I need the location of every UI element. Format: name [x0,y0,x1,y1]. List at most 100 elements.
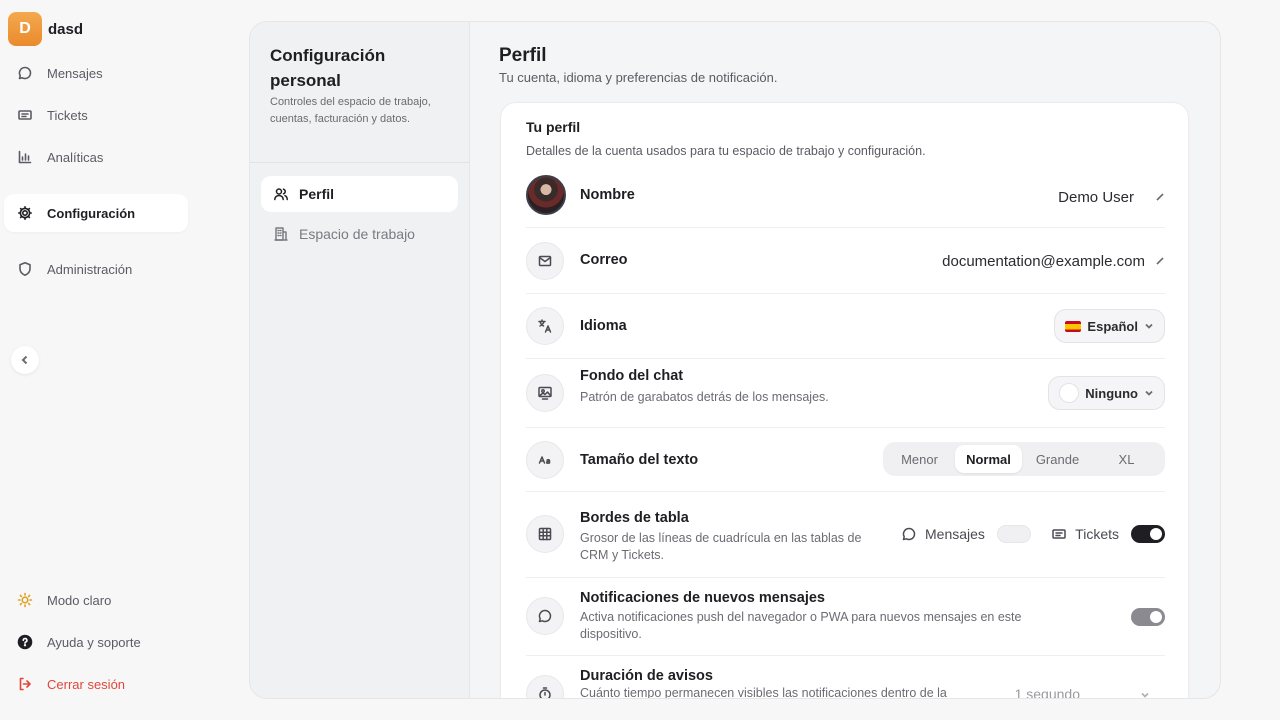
ticket-icon [1052,529,1066,539]
background-swatch [1059,383,1080,403]
workspace-avatar: D [8,12,42,46]
chat-background-row: Fondo del chat Patrón de garabatos detrá… [526,359,1165,428]
nav-label: Ayuda y soporte [47,634,141,650]
notification-icon-wrap [526,597,564,635]
nav-item-tickets[interactable]: Tickets [4,96,188,134]
translate-icon-wrap [526,307,564,345]
nav-item-messages[interactable]: Mensajes [4,54,188,92]
nav-label: Administración [47,261,133,277]
light-mode-toggle[interactable]: Modo claro [4,581,188,619]
settings-nav-description: Controles del espacio de trabajo, cuenta… [270,96,431,125]
settings-frame: Configuración personal Controles del esp… [249,21,1221,699]
chevron-down-icon[interactable] [1140,690,1150,699]
nav-label: Tickets [47,107,88,123]
toast-duration-value[interactable]: 1 segundo [1015,686,1080,698]
chat-bubble-icon [538,609,552,623]
workspace-switcher[interactable]: D dasd [8,12,83,46]
page-subtitle: Tu cuenta, idioma y preferencias de noti… [499,70,778,85]
toast-duration-label: Duración de avisos [580,668,713,684]
notifications-row: Notificaciones de nuevos mensajes Activa… [526,578,1165,656]
settings-nav-label: Perfil [299,186,335,202]
text-size-option-small[interactable]: Menor [886,445,953,473]
chat-background-label: Fondo del chat [580,368,684,384]
bar-chart-icon [18,150,32,164]
profile-card: Tu perfil Detalles de la cuenta usados p… [500,102,1189,699]
text-size-option-normal[interactable]: Normal [955,445,1022,473]
language-label: Idioma [580,318,627,334]
table-borders-tickets: Tickets [1051,525,1165,543]
chevron-down-icon [1145,390,1153,396]
toast-duration-row: Duración de avisos Cuánto tiempo permane… [526,656,1165,699]
edit-email-icon[interactable] [1155,253,1165,265]
nav-item-analytics[interactable]: Analíticas [4,138,188,176]
chat-background-select[interactable]: Ninguno [1048,376,1165,410]
page-title: Perfil [499,45,547,66]
text-size-icon-wrap [526,441,564,479]
table-borders-row: Bordes de tabla Grosor de las líneas de … [526,492,1165,578]
divider [250,162,470,163]
mail-icon-wrap [526,242,564,280]
toast-duration-desc: Cuánto tiempo permanecen visibles las no… [580,686,947,699]
help-icon [17,634,33,650]
table-borders-messages-toggle[interactable] [996,525,1031,543]
name-label: Nombre [580,187,635,203]
wallpaper-icon-wrap [526,374,564,412]
nav-item-settings[interactable]: Configuración [4,194,188,232]
table-borders-messages: Mensajes [901,525,1031,543]
name-value[interactable]: Demo User [1058,189,1134,206]
name-row: Nombre Demo User [526,165,1165,228]
nav-label: Cerrar sesión [47,676,126,692]
avatar[interactable] [526,175,566,215]
nav-label: Modo claro [47,592,112,608]
users-icon [274,188,288,201]
timer-icon-wrap [526,675,564,698]
nav-item-admin[interactable]: Administración [4,250,188,288]
chat-bubble-icon [18,66,32,80]
card-title: Tu perfil [526,119,581,135]
text-size-label: Tamaño del texto [580,452,699,468]
chat-background-value: Ninguno [1085,385,1138,401]
nav-label: Mensajes [47,65,103,81]
grid-icon-wrap [526,515,564,553]
text-size-row: Tamaño del texto Menor Normal Grande XL [526,428,1165,492]
table-borders-desc: Grosor de las líneas de cuadrícula en la… [580,531,862,562]
language-select[interactable]: Español [1054,309,1165,343]
sun-icon [17,592,33,608]
settings-nav-label: Espacio de trabajo [299,226,415,242]
wallpaper-icon [538,386,552,400]
gear-icon [18,206,32,220]
help-link[interactable]: Ayuda y soporte [4,623,188,661]
table-borders-tickets-label: Tickets [1075,526,1119,542]
nav-label: Configuración [47,205,136,221]
logout-icon [19,677,31,691]
email-row: Correo documentation@example.com [526,229,1165,294]
shield-icon [19,262,31,276]
chat-background-desc: Patrón de garabatos detrás de los mensaj… [580,390,829,404]
sidebar: D dasd Mensajes Tickets Analíticas Confi… [0,0,200,720]
edit-name-icon[interactable] [1155,189,1165,201]
workspace-name: dasd [48,20,84,38]
settings-nav-item-profile[interactable]: Perfil [261,176,458,212]
collapse-sidebar-button[interactable] [11,346,39,374]
ticket-icon [18,110,32,120]
settings-nav-item-workspace[interactable]: Espacio de trabajo [261,216,458,252]
table-borders-tickets-toggle[interactable] [1131,525,1165,543]
card-subtitle: Detalles de la cuenta usados para tu esp… [526,144,926,158]
notifications-toggle[interactable] [1131,608,1165,626]
chat-bubble-icon [902,527,916,541]
text-size-option-large[interactable]: Grande [1024,445,1091,473]
email-value[interactable]: documentation@example.com [942,253,1145,270]
table-borders-messages-label: Mensajes [925,526,985,542]
logout-button[interactable]: Cerrar sesión [4,665,188,703]
text-size-icon [538,456,551,464]
timer-icon [539,687,551,698]
profile-content: Perfil Tu cuenta, idioma y preferencias … [471,22,1220,698]
language-value: Español [1087,318,1138,334]
chevron-down-icon [1145,323,1153,329]
text-size-option-xl[interactable]: XL [1093,445,1160,473]
chevron-left-icon [21,355,28,365]
nav-label: Analíticas [47,149,104,165]
email-label: Correo [580,252,628,268]
spain-flag-icon [1065,320,1082,332]
language-row: Idioma Español [526,294,1165,359]
